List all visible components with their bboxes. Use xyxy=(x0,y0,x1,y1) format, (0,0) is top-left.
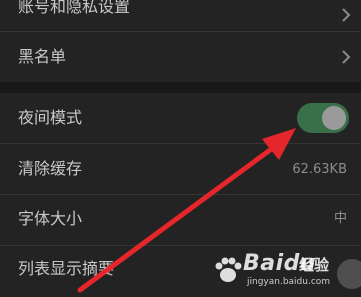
settings-row-label: 字体大小 xyxy=(18,209,83,228)
settings-row-label: 清除缓存 xyxy=(18,159,83,178)
section-gap xyxy=(0,82,361,93)
settings-row-font-size[interactable]: 字体大小 中 xyxy=(0,195,361,245)
chevron-right-icon xyxy=(342,8,351,22)
cache-size-value: 62.63KB xyxy=(292,162,347,177)
settings-row-night-mode[interactable]: 夜间模式 xyxy=(0,93,361,143)
paw-icon xyxy=(215,257,242,282)
settings-row-label: 黑名单 xyxy=(18,47,67,66)
toggle-knob xyxy=(322,106,346,130)
night-mode-toggle[interactable] xyxy=(297,103,349,133)
watermark-jingyan: 经验 xyxy=(299,256,330,274)
font-size-value: 中 xyxy=(333,211,347,226)
settings-row-label: 列表显示摘要 xyxy=(18,259,115,278)
chevron-right-icon xyxy=(342,50,351,64)
settings-row-account-privacy[interactable]: 账号和隐私设置 xyxy=(0,0,361,30)
watermark-url: jingyan.baidu.com xyxy=(247,277,331,287)
settings-row-blacklist[interactable]: 黑名单 xyxy=(0,32,361,82)
baidu-jingyan-watermark: Baidu 经验 jingyan.baidu.com xyxy=(207,251,349,291)
settings-row-label: 账号和隐私设置 xyxy=(18,0,131,16)
settings-row-label: 夜间模式 xyxy=(18,108,83,127)
settings-row-clear-cache[interactable]: 清除缓存 62.63KB xyxy=(0,144,361,194)
